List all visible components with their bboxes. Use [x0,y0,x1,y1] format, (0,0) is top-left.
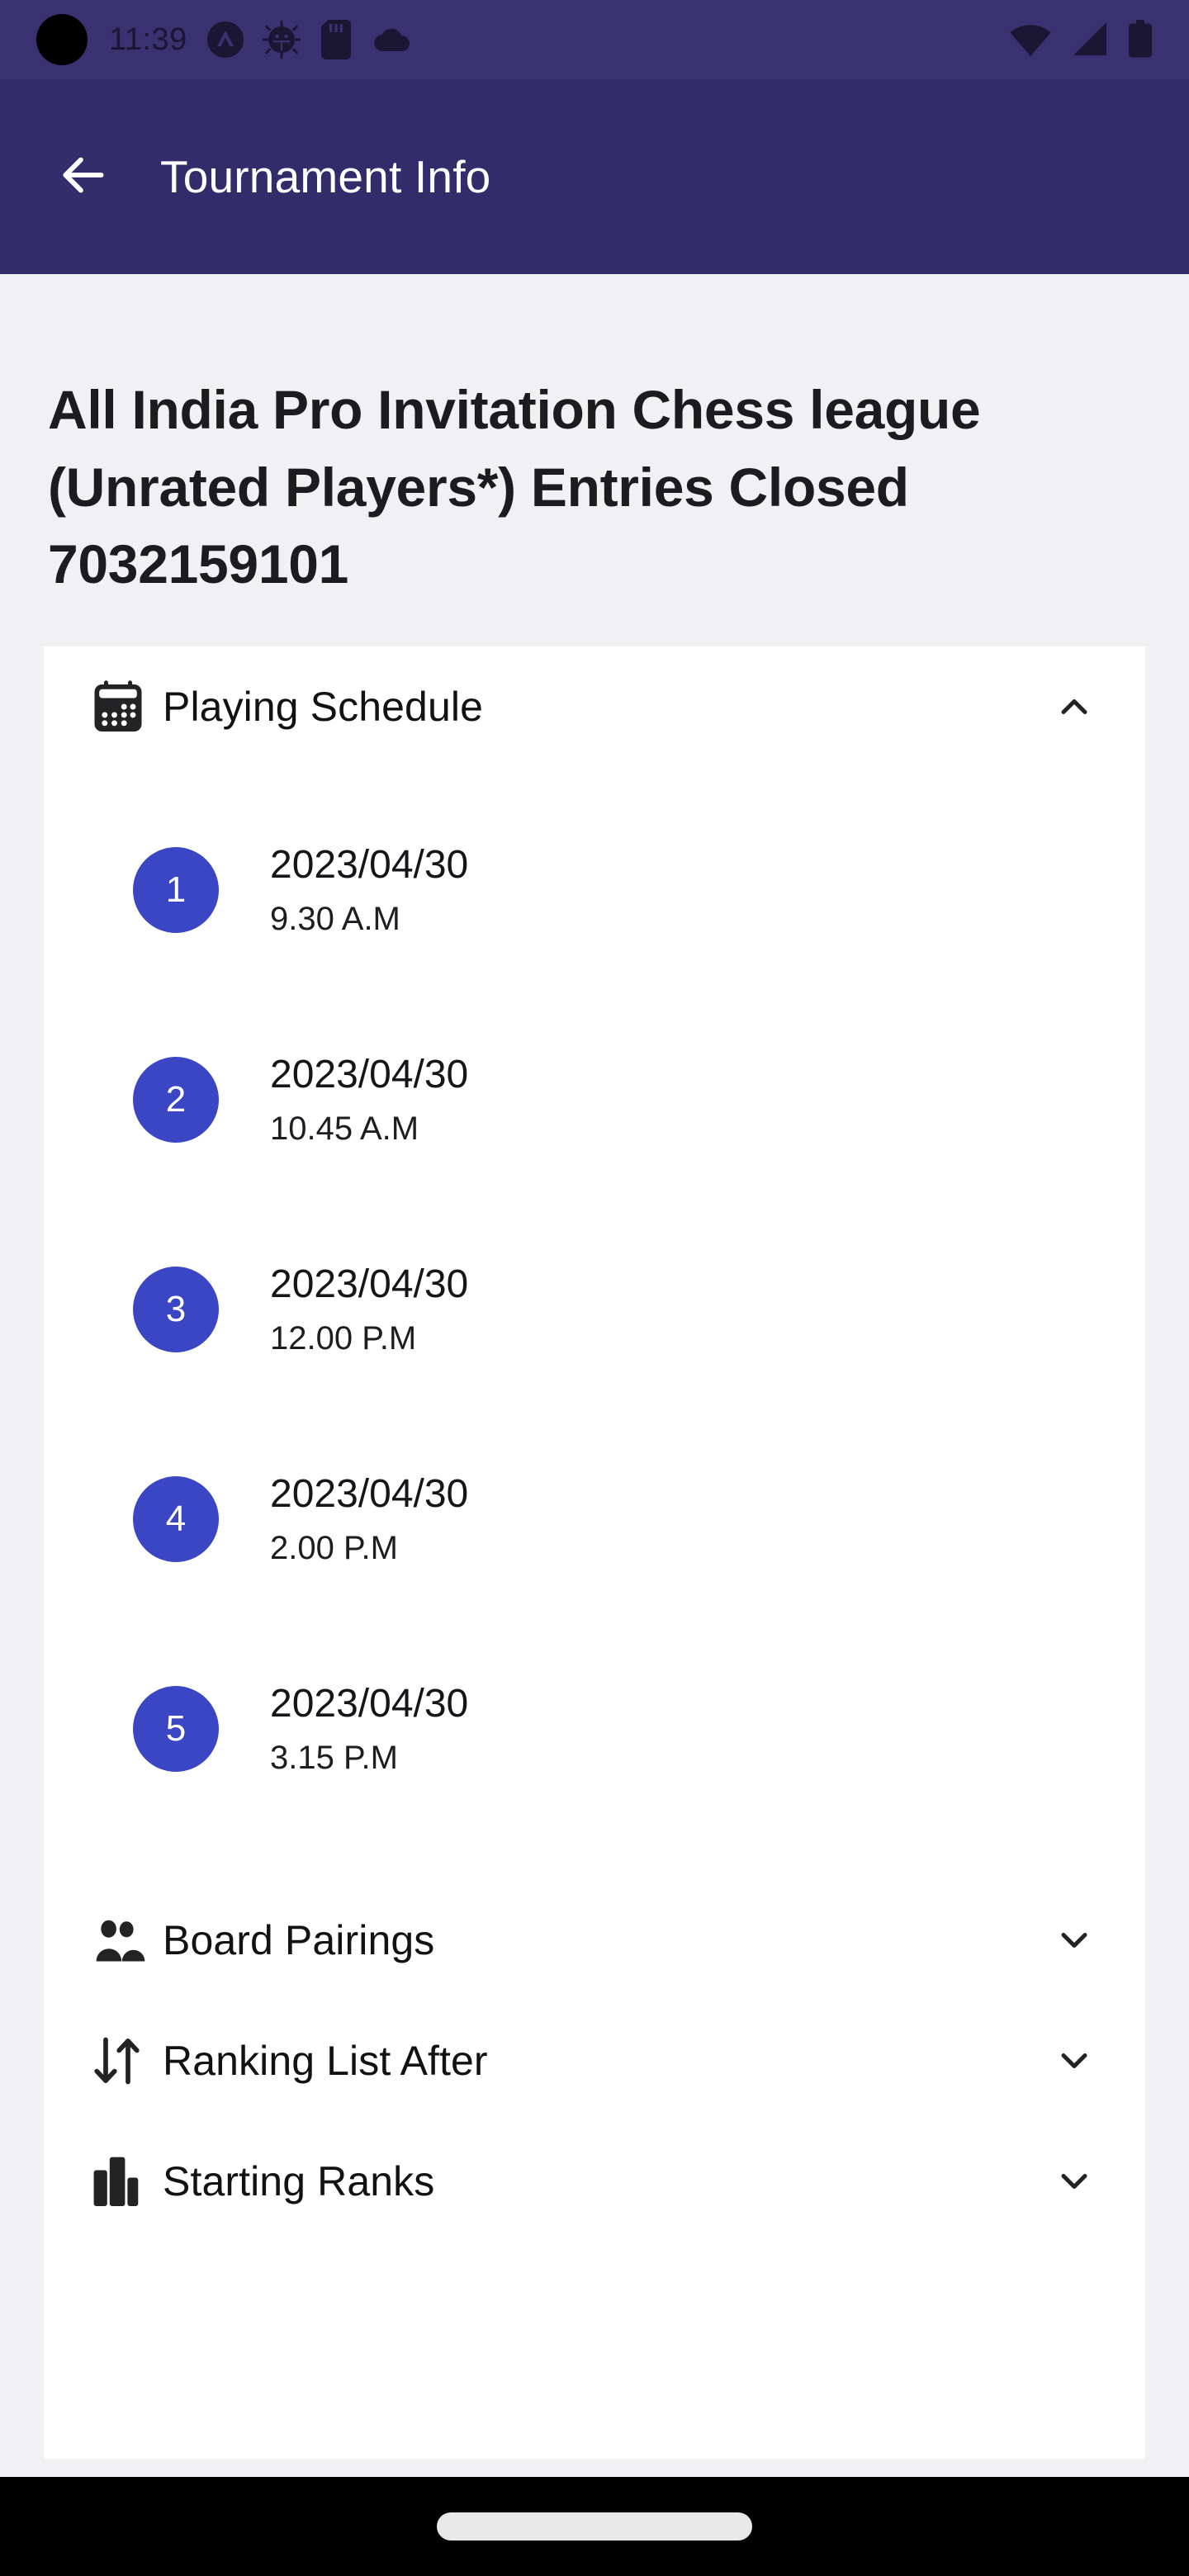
schedule-row-text: 2023/04/30 9.30 A.M [270,840,468,940]
wifi-icon [1009,21,1052,59]
section-label-board-pairings: Board Pairings [163,1917,435,1964]
page-title: Tournament Info [160,151,491,202]
status-bar: 11:39 [0,0,1189,79]
caret-circle-icon [206,20,245,59]
schedule-row[interactable]: 1 2023/04/30 9.30 A.M [44,785,1145,995]
arrow-left-icon [53,144,114,210]
round-date: 2023/04/30 [270,1472,469,1517]
round-date: 2023/04/30 [270,843,469,888]
sort-arrows-icon [88,2031,149,2091]
phone-screen: 11:39 Tournament Info All India Pro Invi… [0,0,1189,2576]
section-header-playing-schedule[interactable]: Playing Schedule [44,646,1145,767]
schedule-row[interactable]: 3 2023/04/30 12.00 P.M [44,1205,1145,1414]
round-date: 2023/04/30 [270,1262,469,1307]
home-gesture-pill[interactable] [437,2512,752,2540]
status-bar-notification-icons [206,20,414,59]
sd-card-icon [318,20,354,59]
chevron-down-icon[interactable] [1049,1919,1099,1962]
schedule-row[interactable]: 5 2023/04/30 3.15 P.M [44,1624,1145,1834]
playing-schedule-list: 1 2023/04/30 9.30 A.M 2 2023/04/30 10.45… [44,767,1145,1880]
section-header-board-pairings[interactable]: Board Pairings [44,1880,1145,2001]
people-group-icon [88,1911,149,1970]
round-time: 12.00 P.M [270,1319,417,1357]
status-bar-clock: 11:39 [109,21,187,57]
chevron-up-icon[interactable] [1049,685,1099,728]
camera-punch-hole [36,14,88,65]
section-label-ranking-list-after: Ranking List After [163,2038,488,2085]
cloud-icon [371,20,414,59]
schedule-row-text: 2023/04/30 3.15 P.M [270,1679,468,1778]
round-number-badge: 1 [133,847,219,934]
cellular-signal-icon [1070,21,1110,59]
back-button[interactable] [48,141,119,212]
section-header-starting-ranks[interactable]: Starting Ranks [44,2121,1145,2242]
round-time: 9.30 A.M [270,900,400,937]
system-navigation-bar [0,2477,1189,2576]
round-time: 2.00 P.M [270,1529,398,1566]
chevron-down-icon[interactable] [1049,2160,1099,2203]
calendar-icon [88,677,149,736]
app-bar: Tournament Info [0,79,1189,274]
tournament-name: All India Pro Invitation Chess league (U… [48,379,981,595]
section-label-starting-ranks: Starting Ranks [163,2158,435,2205]
section-header-ranking-list-after[interactable]: Ranking List After [44,2001,1145,2121]
round-number-badge: 3 [133,1267,219,1353]
schedule-row[interactable]: 4 2023/04/30 2.00 P.M [44,1414,1145,1624]
chevron-down-icon[interactable] [1049,2039,1099,2082]
status-bar-system-icons [1009,20,1153,59]
round-number-badge: 4 [133,1476,219,1563]
round-number-badge: 5 [133,1686,219,1773]
battery-icon [1128,20,1153,59]
bug-icon [262,20,301,59]
scroll-content: All India Pro Invitation Chess league (U… [0,274,1189,2460]
schedule-row-text: 2023/04/30 10.45 A.M [270,1049,468,1149]
sections-card: Playing Schedule 1 2023/04/30 9.30 A.M 2… [44,646,1145,2460]
round-time: 10.45 A.M [270,1110,419,1147]
schedule-row-text: 2023/04/30 12.00 P.M [270,1259,468,1359]
round-date: 2023/04/30 [270,1682,469,1726]
schedule-row[interactable]: 2 2023/04/30 10.45 A.M [44,995,1145,1205]
round-number-badge: 2 [133,1057,219,1144]
bar-chart-icon [88,2152,149,2211]
round-date: 2023/04/30 [270,1053,469,1097]
round-time: 3.15 P.M [270,1739,398,1776]
section-label-playing-schedule: Playing Schedule [163,684,483,731]
schedule-row-text: 2023/04/30 2.00 P.M [270,1469,468,1569]
